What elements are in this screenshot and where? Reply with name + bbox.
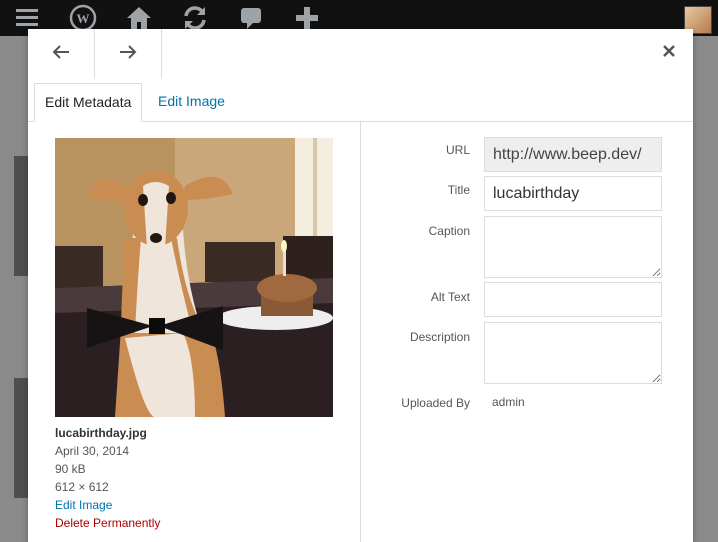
close-icon (662, 44, 676, 63)
attachment-dimensions: 612 × 612 (55, 480, 109, 494)
edit-image-link[interactable]: Edit Image (55, 496, 160, 514)
previous-attachment-button[interactable] (28, 29, 95, 79)
delete-permanently-link[interactable]: Delete Permanently (55, 514, 160, 532)
attachment-filename: lucabirthday.jpg (55, 426, 147, 440)
alt-text-field[interactable] (484, 282, 662, 317)
attachment-settings-column: URL http://www.beep.dev/ Title Caption A… (361, 121, 693, 542)
description-label: Description (409, 330, 470, 344)
modal-nav-bar (28, 29, 693, 79)
background-thumbnail (14, 378, 28, 498)
arrow-right-icon (118, 42, 138, 67)
close-modal-button[interactable] (657, 41, 681, 65)
uploaded-by-label: Uploaded By (401, 396, 470, 410)
attachment-file-info: lucabirthday.jpg April 30, 2014 90 kB 61… (55, 424, 160, 532)
title-field[interactable] (484, 176, 662, 211)
tab-edit-image[interactable]: Edit Image (148, 83, 235, 120)
svg-text:W: W (77, 11, 90, 26)
background-panel (693, 156, 718, 406)
modal-tabs: Edit Metadata Edit Image (28, 83, 693, 122)
url-label: URL (445, 143, 470, 157)
next-attachment-button[interactable] (95, 29, 162, 79)
attachment-details-modal: Edit Metadata Edit Image lucabirthday.jp… (28, 29, 693, 542)
alt-text-label: Alt Text (430, 290, 470, 304)
attachment-filesize: 90 kB (55, 462, 86, 476)
caption-field[interactable] (484, 216, 662, 278)
caption-label: Caption (428, 224, 470, 238)
attachment-date: April 30, 2014 (55, 444, 130, 458)
arrow-left-icon (51, 42, 71, 67)
description-field[interactable] (484, 322, 662, 384)
background-thumbnail (14, 156, 28, 276)
uploaded-by-value: admin (492, 395, 525, 409)
attachment-preview-column: lucabirthday.jpg April 30, 2014 90 kB 61… (28, 121, 361, 542)
title-label: Title (447, 183, 470, 197)
tab-edit-metadata[interactable]: Edit Metadata (34, 83, 143, 122)
url-field[interactable]: http://www.beep.dev/ (484, 137, 662, 172)
attachment-image (55, 138, 333, 417)
